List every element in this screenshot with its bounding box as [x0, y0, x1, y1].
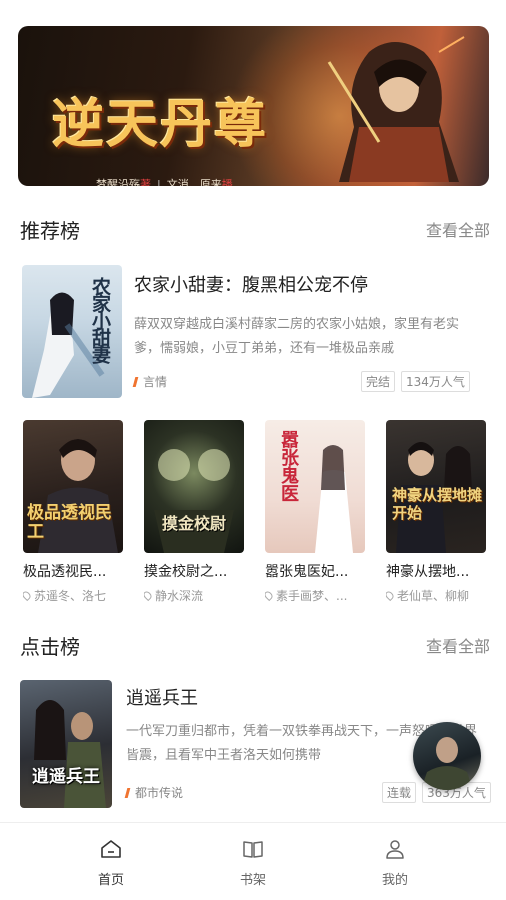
author-pin-icon: [23, 589, 33, 602]
nav-item-profile[interactable]: 我的: [355, 823, 435, 900]
hero-banner[interactable]: 逆天丹尊 梦醒沿殇著 | 文消、原来播: [18, 26, 489, 186]
grid-book-author: 苏遥冬、洛七: [23, 587, 123, 604]
recommend-section-header: 推荐榜 查看全部: [20, 214, 490, 244]
nav-item-bookshelf[interactable]: 书架: [213, 823, 293, 900]
floating-cover-art: [421, 737, 473, 790]
book-category: 言情: [132, 373, 168, 390]
clicks-section-title: 点击榜: [20, 634, 80, 659]
banner-credit: 梦醒沿殇著 | 文消、原来播: [96, 176, 233, 186]
cover-title-text: 逍遥兵王: [32, 767, 100, 787]
book-category: 都市传说: [124, 784, 184, 801]
nav-item-home[interactable]: 首页: [71, 823, 151, 900]
cover-title-text: 农家小甜妻: [89, 277, 111, 362]
grid-book-author-name: 老仙草、柳柳: [397, 589, 470, 603]
book-cover[interactable]: 嚣张鬼医: [265, 420, 365, 553]
recommend-grid: 极品透视民工 极品透视民... 苏遥冬、洛七 摸金校尉 摸金校尉之... 静水深…: [20, 420, 490, 610]
grid-book-author-name: 苏遥冬、洛七: [34, 589, 107, 603]
grid-book-title[interactable]: 嚣张鬼医妃...: [265, 561, 365, 581]
grid-book-title[interactable]: 神豪从摆地...: [386, 561, 486, 581]
book-status-tag: 连载: [382, 782, 417, 803]
bottom-navigation: 首页 书架 我的: [0, 822, 506, 900]
banner-title: 逆天丹尊: [52, 94, 269, 155]
book-cover[interactable]: 神豪从摆地摊开始: [386, 420, 486, 553]
nav-label: 我的: [381, 873, 408, 888]
user-icon: [386, 840, 404, 859]
book-title[interactable]: 农家小甜妻：腹黑相公宠不停: [134, 271, 368, 297]
grid-book-author-name: 静水深流: [155, 589, 204, 603]
grid-book-author-name: 素手画梦、...: [276, 589, 348, 603]
home-icon: [101, 840, 121, 858]
book-category-label: 都市传说: [135, 786, 184, 800]
cover-title-text: 极品透视民工: [27, 503, 112, 542]
book-cover[interactable]: 摸金校尉: [144, 420, 244, 553]
author-pin-icon: [265, 589, 275, 602]
book-popularity-tag: 134万人气: [401, 371, 470, 392]
recommend-section-title: 推荐榜: [20, 218, 80, 243]
book-icon: [243, 841, 263, 858]
clicks-see-all-link[interactable]: 查看全部: [426, 633, 490, 657]
banner-hero-figure: [327, 36, 465, 182]
book-cover[interactable]: 极品透视民工: [23, 420, 123, 553]
grid-book-item[interactable]: 极品透视民工 极品透视民... 苏遥冬、洛七: [23, 420, 123, 604]
clicks-section-header: 点击榜 查看全部: [20, 630, 490, 660]
grid-book-author: 静水深流: [144, 587, 244, 604]
author-pin-icon: [144, 589, 154, 602]
grid-book-item[interactable]: 神豪从摆地摊开始 神豪从摆地... 老仙草、柳柳: [386, 420, 486, 604]
book-category-label: 言情: [143, 375, 168, 389]
banner-author: 梦醒沿殇: [96, 178, 140, 186]
grid-book-item[interactable]: 嚣张鬼医 嚣张鬼医妃... 素手画梦、...: [265, 420, 365, 604]
floating-player-button[interactable]: [413, 722, 481, 790]
category-marker: [132, 376, 139, 387]
book-cover[interactable]: 农家小甜妻: [22, 265, 122, 398]
cover-illustration: [34, 700, 106, 808]
grid-book-title[interactable]: 极品透视民...: [23, 561, 123, 581]
book-cover[interactable]: 逍遥兵王: [20, 680, 112, 808]
credit-separator: |: [157, 178, 161, 186]
banner-author-badge: 著: [140, 178, 151, 186]
recommend-featured-book[interactable]: 农家小甜妻 农家小甜妻：腹黑相公宠不停 薛双双穿越成白溪村薛家二房的农家小姑娘，…: [20, 265, 490, 400]
nav-label: 首页: [97, 873, 124, 888]
recommend-see-all-link[interactable]: 查看全部: [426, 217, 490, 241]
book-status-tag: 完结: [361, 371, 396, 392]
cover-title-text: 摸金校尉: [161, 514, 226, 533]
book-description: 薛双双穿越成白溪村薛家二房的农家小姑娘，家里有老实爹，懦弱娘，小豆丁弟弟，还有一…: [134, 317, 460, 356]
grid-book-item[interactable]: 摸金校尉 摸金校尉之... 静水深流: [144, 420, 244, 604]
grid-book-author: 老仙草、柳柳: [386, 587, 486, 604]
cover-title-text: 神豪从摆地摊开始: [392, 486, 483, 522]
banner-narrator-badge: 播: [221, 178, 233, 186]
book-title[interactable]: 逍遥兵王: [126, 684, 198, 710]
nav-label: 书架: [239, 873, 266, 888]
author-pin-icon: [386, 589, 396, 602]
book-tags: 完结 134万人气: [361, 371, 470, 392]
banner-narrators: 文消、原来: [166, 178, 222, 186]
category-marker: [124, 787, 131, 798]
grid-book-author: 素手画梦、...: [265, 587, 365, 604]
cover-title-text: 嚣张鬼医: [278, 430, 299, 502]
grid-book-title[interactable]: 摸金校尉之...: [144, 561, 244, 581]
